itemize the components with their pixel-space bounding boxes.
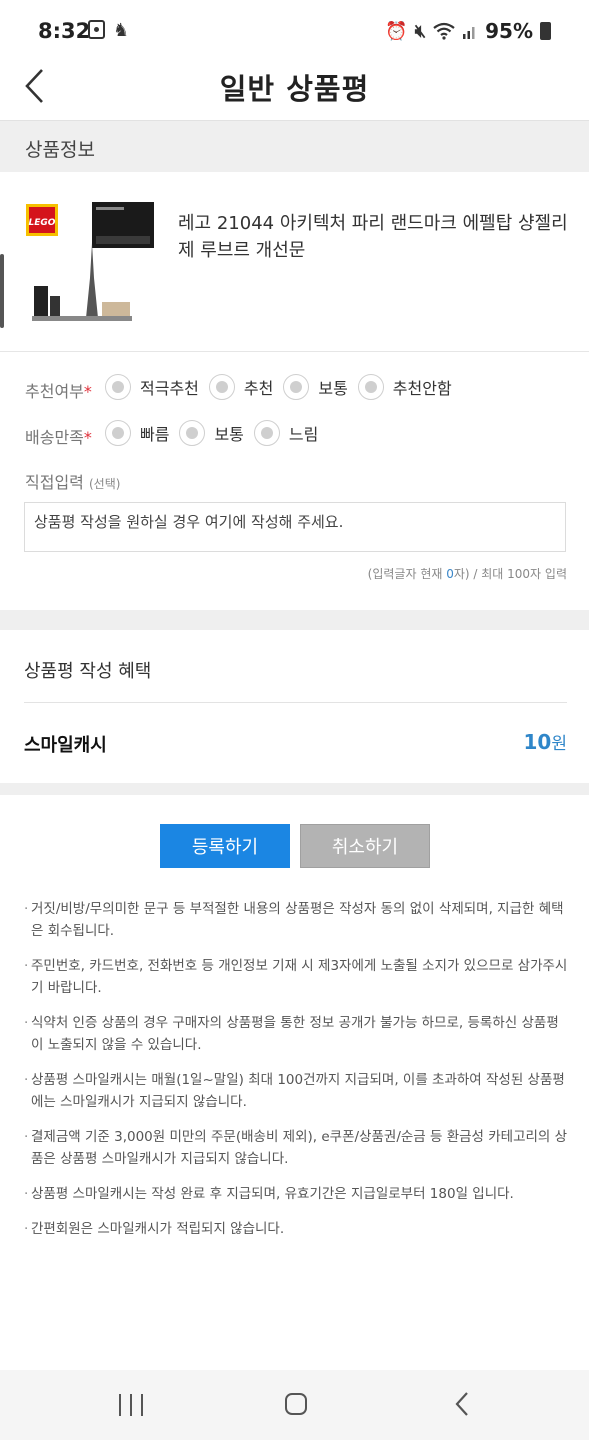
radio-recommend-normal[interactable]: 보통 (283, 374, 348, 400)
product-info-heading: 상품정보 (25, 139, 95, 161)
notice-item: 거짓/비방/무의미한 문구 등 부적절한 내용의 상품평은 작성자 동의 없이 … (24, 898, 569, 942)
photo-icon (88, 20, 105, 39)
radio-shipping-fast[interactable]: 빠름 (105, 420, 169, 446)
char-counter: (입력글자 현재 0자) / 최대 100자 입력 (367, 567, 567, 581)
product-name: 레고 21044 아키텍처 파리 랜드마크 에펠탑 샹젤리제 루브르 개선문 (178, 213, 568, 261)
page-title: 일반 상품평 (219, 72, 370, 106)
nav-back-button[interactable] (452, 1390, 472, 1418)
smile-cash-label: 스마일캐시 (24, 735, 107, 756)
radio-button[interactable] (283, 374, 310, 400)
submit-button[interactable]: 등록하기 (160, 824, 290, 868)
svg-text:LEGO: LEGO (29, 218, 56, 228)
direct-input-label: 직접입력 (선택) (25, 473, 121, 492)
notice-item: 상품평 스마일캐시는 매월(1일~말일) 최대 100건까지 지급되며, 이를 … (24, 1069, 569, 1113)
product-info-header: 상품정보 (0, 120, 589, 172)
recommend-radio-group: 적극추천 추천 보통 추천안함 (105, 374, 462, 400)
radio-button[interactable] (105, 374, 131, 400)
radio-not-recommend[interactable]: 추천안함 (357, 374, 452, 400)
shipping-radio-group: 빠름 보통 느림 (105, 420, 328, 446)
mute-icon: 🔇︎ (414, 20, 427, 42)
alarm-icon: ⏰ (385, 20, 408, 42)
notice-item: 결제금액 기준 3,000원 미만의 주문(배송비 제외), e쿠폰/상품권/순… (24, 1126, 569, 1170)
battery-percent: 95% (485, 19, 533, 43)
wifi-icon (433, 22, 455, 40)
radio-button[interactable] (179, 420, 206, 446)
section-divider (0, 610, 589, 630)
app-header: 일반 상품평 (0, 60, 589, 120)
smile-cash-value: 10원 (523, 730, 567, 754)
status-left-icons: ♞ (88, 20, 129, 41)
review-textarea[interactable] (24, 502, 566, 552)
radio-button[interactable] (105, 420, 131, 446)
signal-icon (463, 27, 475, 39)
cancel-button[interactable]: 취소하기 (300, 824, 430, 868)
accessibility-icon: ♞ (113, 20, 130, 41)
product-card: LEGO 레고 21044 아키텍처 파리 랜드마크 에펠탑 샹젤리제 루브르 … (0, 172, 589, 352)
recommend-label: 추천여부* (25, 382, 92, 401)
notice-item: 주민번호, 카드번호, 전화번호 등 개인정보 기재 시 제3자에게 노출될 소… (24, 955, 569, 999)
radio-recommend[interactable]: 추천 (208, 374, 273, 400)
radio-button[interactable] (208, 374, 235, 400)
side-edge-handle[interactable] (0, 254, 4, 328)
radio-shipping-slow[interactable]: 느림 (253, 420, 318, 446)
radio-shipping-normal[interactable]: 보통 (179, 420, 244, 446)
benefit-divider (24, 702, 567, 703)
home-button[interactable] (285, 1393, 307, 1415)
benefit-title: 상품평 작성 혜택 (24, 661, 152, 682)
radio-button[interactable] (253, 420, 280, 446)
notice-item: 식약처 인증 상품의 경우 구매자의 상품평을 통한 정보 공개가 불가능 하므… (24, 1012, 569, 1056)
notice-list: 거짓/비방/무의미한 문구 등 부적절한 내용의 상품평은 작성자 동의 없이 … (24, 898, 569, 1253)
shipping-label: 배송만족* (25, 428, 92, 447)
product-thumbnail: LEGO (26, 202, 154, 321)
status-bar: 8:32 ♞ ⏰ 🔇︎ 95% (0, 0, 589, 60)
radio-recommend-strong[interactable]: 적극추천 (105, 374, 199, 400)
recents-button[interactable] (119, 1394, 143, 1416)
status-time: 8:32 (38, 19, 91, 43)
radio-button[interactable] (357, 374, 384, 400)
recents-icon (119, 1394, 121, 1416)
status-right-icons: ⏰ 🔇︎ 95% (385, 19, 551, 43)
section-divider (0, 783, 589, 795)
system-nav-bar (0, 1370, 589, 1440)
notice-item: 상품평 스마일캐시는 작성 완료 후 지급되며, 유효기간은 지급일로부터 18… (24, 1183, 569, 1205)
battery-icon (540, 22, 551, 40)
notice-item: 간편회원은 스마일캐시가 적립되지 않습니다. (24, 1218, 569, 1240)
